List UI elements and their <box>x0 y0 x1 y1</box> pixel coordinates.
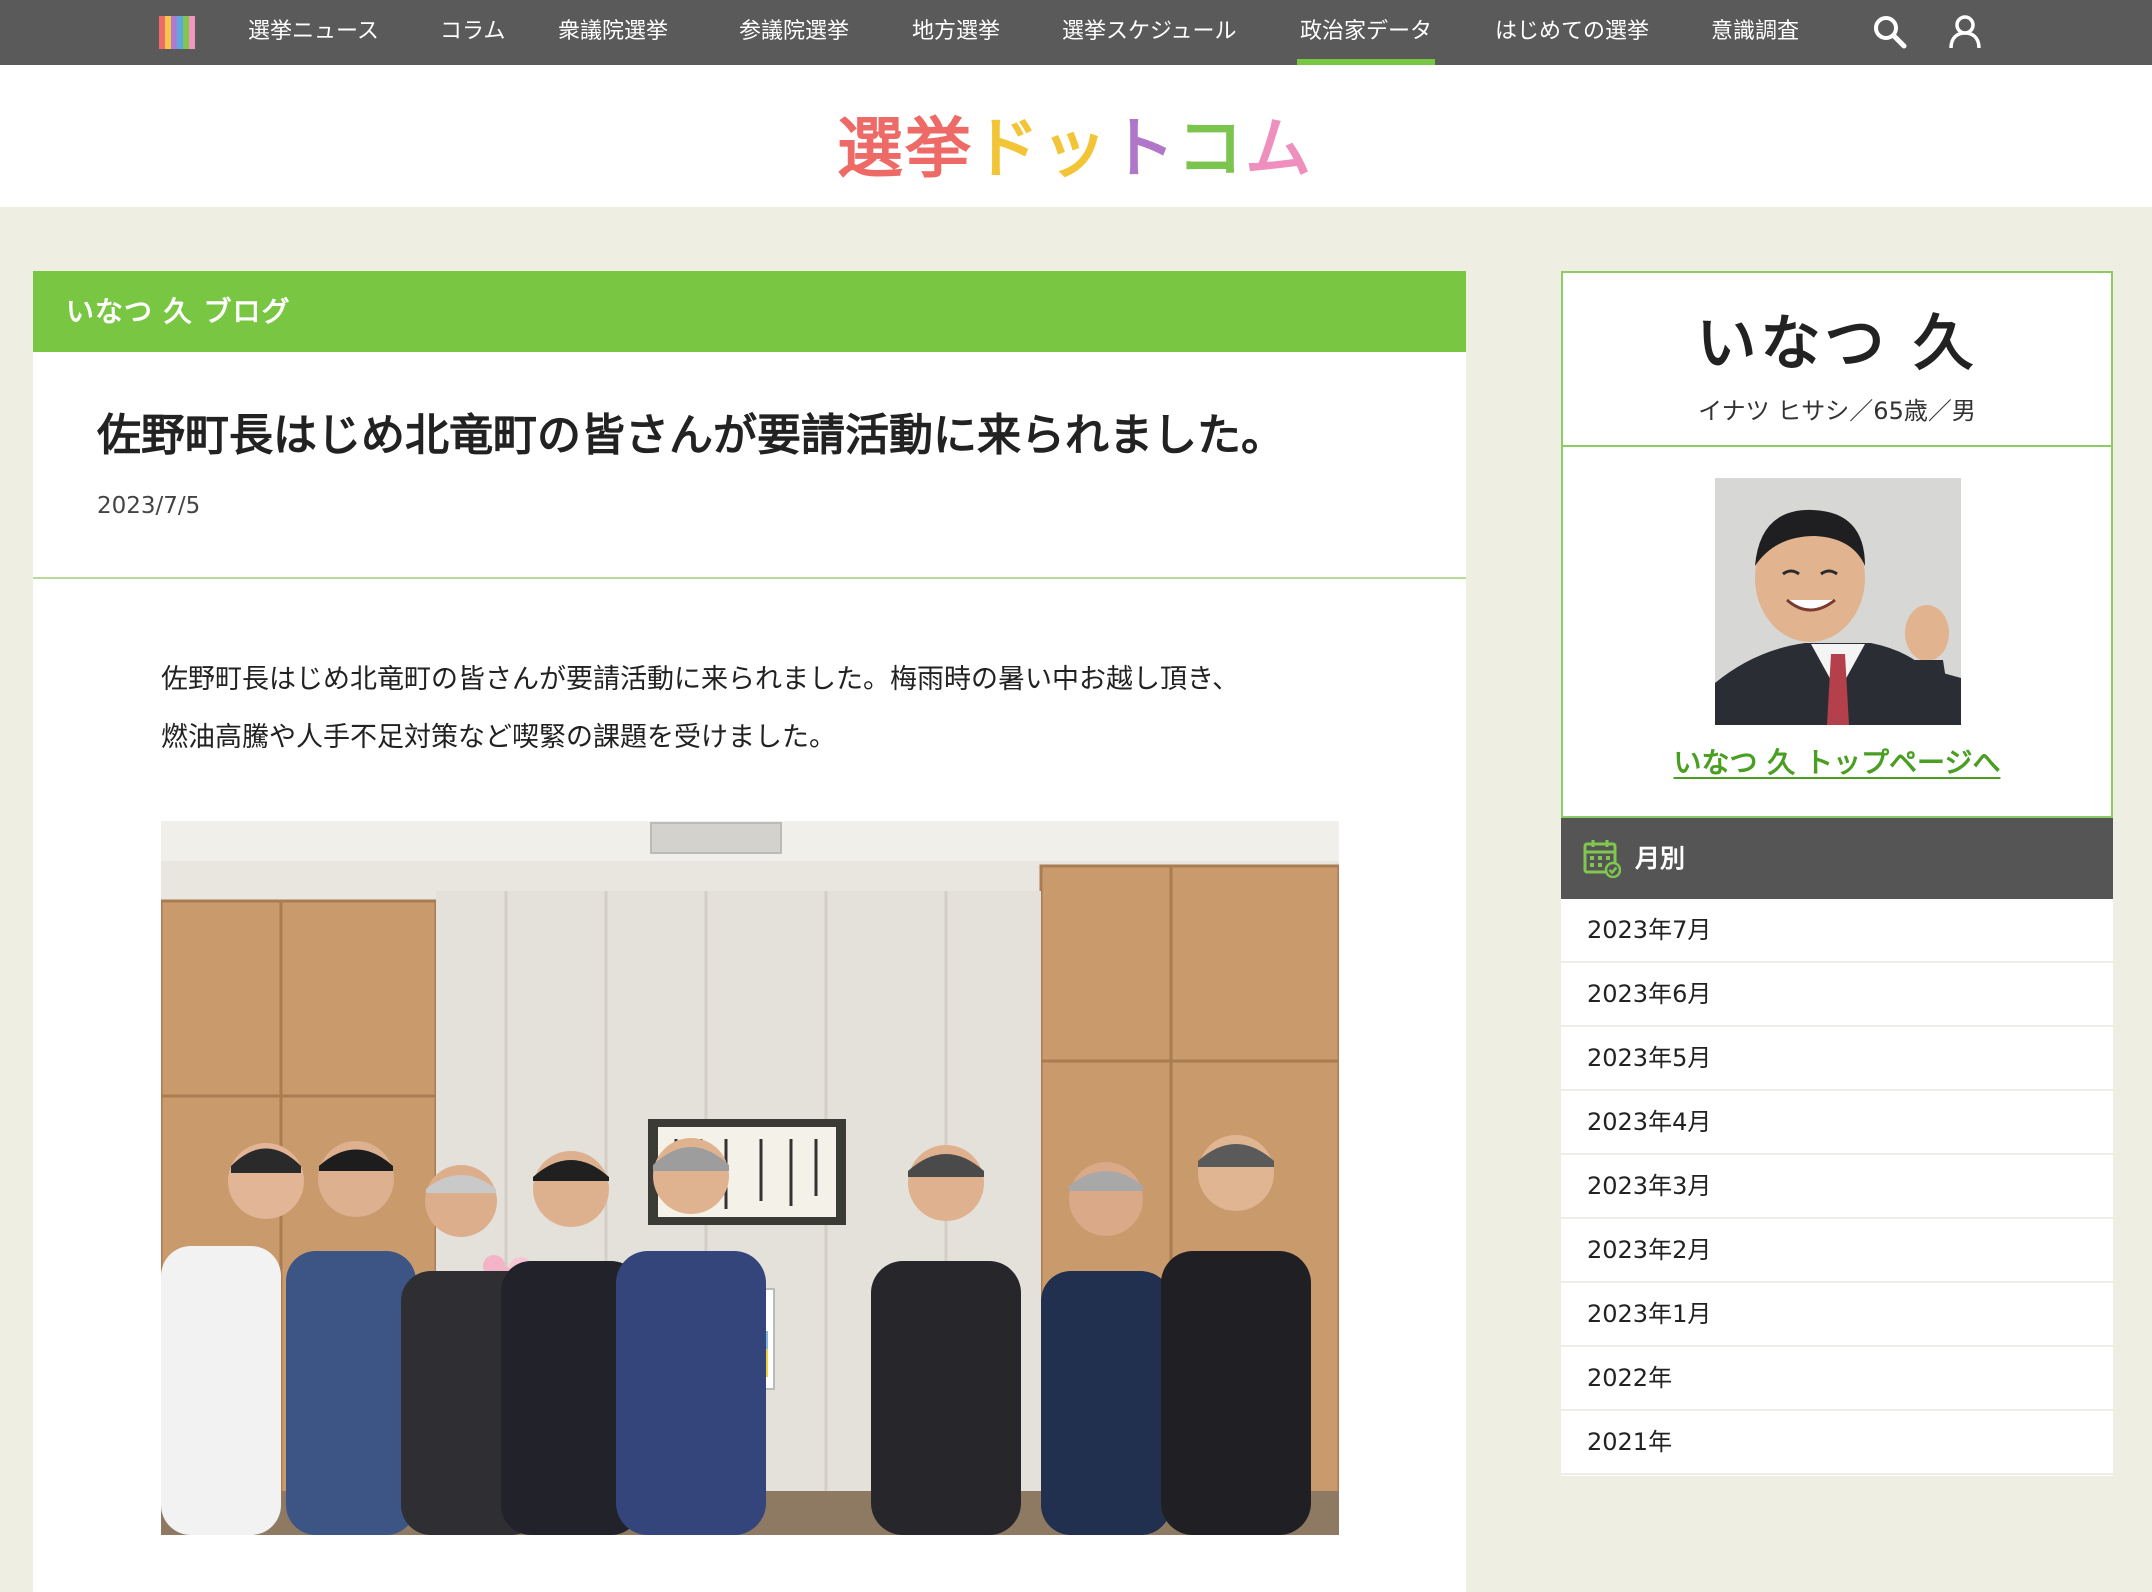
site-header: 選 挙 ド ッ ト コ ム <box>0 65 2152 207</box>
article-paragraph-line: 燃油高騰や人手不足対策など喫緊の課題を受けました。 <box>161 722 836 753</box>
archive-item-2023-04[interactable]: 2023年4月 <box>1561 1091 2113 1155</box>
archive-item-label: 2023年4月 <box>1587 1108 1712 1136</box>
logo-char: ド <box>973 110 1041 187</box>
calendar-icon <box>1583 840 1621 878</box>
politician-name: いなつ 久 <box>1696 309 1978 379</box>
archive-item-label: 2021年 <box>1587 1428 1673 1456</box>
archive-item-2022[interactable]: 2022年 <box>1561 1347 2113 1411</box>
politician-kana-age-gender: イナツ ヒサシ／65歳／男 <box>1698 397 1976 425</box>
archive-item-label: 2023年1月 <box>1587 1300 1712 1328</box>
archive-item-2023-01[interactable]: 2023年1月 <box>1561 1283 2113 1347</box>
blog-title-bar: いなつ 久 ブログ <box>33 271 1466 352</box>
archive-item-2023-03[interactable]: 2023年3月 <box>1561 1155 2113 1219</box>
archive-item-label: 2023年3月 <box>1587 1172 1712 1200</box>
monthly-archive-title: 月別 <box>1635 844 1686 873</box>
archive-item-2023-06[interactable]: 2023年6月 <box>1561 963 2113 1027</box>
article-date: 2023/7/5 <box>97 493 201 519</box>
archive-item-2023-07[interactable]: 2023年7月 <box>1561 899 2113 963</box>
politician-top-page-link[interactable]: いなつ 久 トップページへ <box>1563 741 2111 781</box>
politician-portrait[interactable] <box>1715 478 1961 725</box>
nav-item-election-schedule[interactable]: 選挙スケジュール <box>1062 0 1236 65</box>
logo-char: コ <box>1177 110 1245 187</box>
nav-item-politician-data[interactable]: 政治家データ <box>1296 0 1436 65</box>
logo-char: 選 <box>837 110 905 187</box>
archive-item-2023-05[interactable]: 2023年5月 <box>1561 1027 2113 1091</box>
nav-item-local-election[interactable]: 地方選挙 <box>912 0 1000 65</box>
archive-item-label: 2023年5月 <box>1587 1044 1712 1072</box>
nav-item-house-of-representatives[interactable]: 衆議院選挙 <box>558 0 668 65</box>
user-icon[interactable] <box>1947 14 1983 50</box>
archive-item-label: 2023年7月 <box>1587 916 1712 944</box>
article-panel: いなつ 久 ブログ 佐野町長はじめ北竜町の皆さんが要請活動に来られました。 20… <box>33 271 1466 1592</box>
divider <box>33 577 1466 579</box>
logo-char: ッ <box>1041 110 1109 187</box>
nav-item-election-news[interactable]: 選挙ニュース <box>248 0 379 65</box>
archive-item-label: 2023年2月 <box>1587 1236 1712 1264</box>
top-nav: 選挙ニュース コラム 衆議院選挙 参議院選挙 地方選挙 選挙スケジュール 政治家… <box>0 0 2152 65</box>
article-body: 佐野町長はじめ北竜町の皆さんが要請活動に来られました。梅雨時の暑い中お越し頂き、… <box>161 651 1391 767</box>
logo-char: ム <box>1245 110 1313 187</box>
nav-item-house-of-councillors[interactable]: 参議院選挙 <box>739 0 849 65</box>
logo-char: 挙 <box>905 110 973 187</box>
logo-char: ト <box>1109 110 1177 187</box>
nav-item-column[interactable]: コラム <box>440 0 505 65</box>
archive-item-label: 2023年6月 <box>1587 980 1712 1008</box>
blog-title[interactable]: いなつ 久 ブログ <box>66 271 291 352</box>
monthly-archive-list: 2023年7月 2023年6月 2023年5月 2023年4月 2023年3月 … <box>1561 899 2113 1476</box>
article-title: 佐野町長はじめ北竜町の皆さんが要請活動に来られました。 <box>97 410 1285 461</box>
divider <box>1563 445 2111 447</box>
politician-profile-card: いなつ 久 イナツ ヒサシ／65歳／男 いなつ 久 トップページへ <box>1561 271 2113 818</box>
archive-item-label: 2022年 <box>1587 1364 1673 1392</box>
article-paragraph-line: 佐野町長はじめ北竜町の皆さんが要請活動に来られました。梅雨時の暑い中お越し頂き、 <box>161 664 1240 695</box>
nav-item-opinion-survey[interactable]: 意識調査 <box>1711 0 1799 65</box>
site-logo[interactable]: 選 挙 ド ッ ト コ ム <box>837 103 1311 187</box>
archive-item-2021[interactable]: 2021年 <box>1561 1411 2113 1475</box>
article-group-photo <box>161 821 1339 1535</box>
site-mini-logo-icon[interactable] <box>159 16 195 49</box>
archive-item-2023-02[interactable]: 2023年2月 <box>1561 1219 2113 1283</box>
monthly-archive-header: 月別 <box>1561 818 2113 899</box>
search-icon[interactable] <box>1872 14 1908 50</box>
nav-item-first-election[interactable]: はじめての選挙 <box>1495 0 1649 65</box>
